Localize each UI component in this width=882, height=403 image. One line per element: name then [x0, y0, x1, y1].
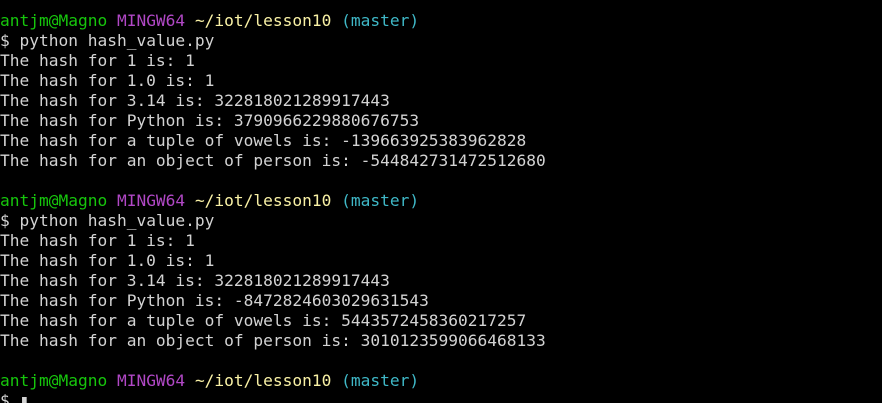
prompt-symbol: $: [0, 211, 10, 230]
output-line: The hash for a tuple of vowels is: 54435…: [0, 311, 527, 330]
prompt-path: ~/iot/lesson10: [194, 371, 332, 390]
prompt-system: MINGW64: [116, 191, 186, 210]
prompt-branch: (master): [341, 371, 420, 390]
output-line: The hash for a tuple of vowels is: -1396…: [0, 131, 527, 150]
prompt-symbol: $: [0, 31, 10, 50]
command-text: python hash_value.py: [19, 31, 215, 50]
output-line: The hash for Python is: 3790966229880676…: [0, 111, 420, 130]
prompt-user-host: antjm@Magno: [0, 191, 108, 210]
prompt-system: MINGW64: [116, 371, 186, 390]
prompt-user-host: antjm@Magno: [0, 11, 108, 30]
output-line: The hash for an object of person is: -54…: [0, 151, 546, 170]
prompt-branch: (master): [341, 191, 420, 210]
cursor-icon: ▮: [19, 391, 30, 403]
prompt-path: ~/iot/lesson10: [194, 11, 332, 30]
output-line: The hash for 3.14 is: 322818021289917443: [0, 271, 390, 290]
prompt-path: ~/iot/lesson10: [194, 191, 332, 210]
terminal-window[interactable]: antjm@Magno MINGW64 ~/iot/lesson10 (mast…: [0, 0, 882, 403]
output-line: The hash for 1.0 is: 1: [0, 71, 215, 90]
terminal-output: antjm@Magno MINGW64 ~/iot/lesson10 (mast…: [0, 11, 882, 403]
command-line: $ python hash_value.py: [0, 211, 882, 231]
prompt-system: MINGW64: [116, 11, 186, 30]
command-text: python hash_value.py: [19, 211, 215, 230]
prompt-line: antjm@Magno MINGW64 ~/iot/lesson10 (mast…: [0, 191, 882, 211]
output-line: The hash for 1 is: 1: [0, 231, 195, 250]
prompt-user-host: antjm@Magno: [0, 371, 108, 390]
prompt-line: antjm@Magno MINGW64 ~/iot/lesson10 (mast…: [0, 11, 882, 31]
prompt-symbol: $: [0, 391, 10, 403]
output-line: The hash for 1.0 is: 1: [0, 251, 215, 270]
command-line: $ python hash_value.py: [0, 31, 882, 51]
input-line[interactable]: $ ▮: [0, 391, 882, 403]
output-line: The hash for 3.14 is: 322818021289917443: [0, 91, 390, 110]
output-line: The hash for 1 is: 1: [0, 51, 195, 70]
prompt-branch: (master): [341, 11, 420, 30]
prompt-line: antjm@Magno MINGW64 ~/iot/lesson10 (mast…: [0, 371, 882, 391]
output-line: The hash for an object of person is: 301…: [0, 331, 546, 350]
output-line: The hash for Python is: -847282460302963…: [0, 291, 429, 310]
